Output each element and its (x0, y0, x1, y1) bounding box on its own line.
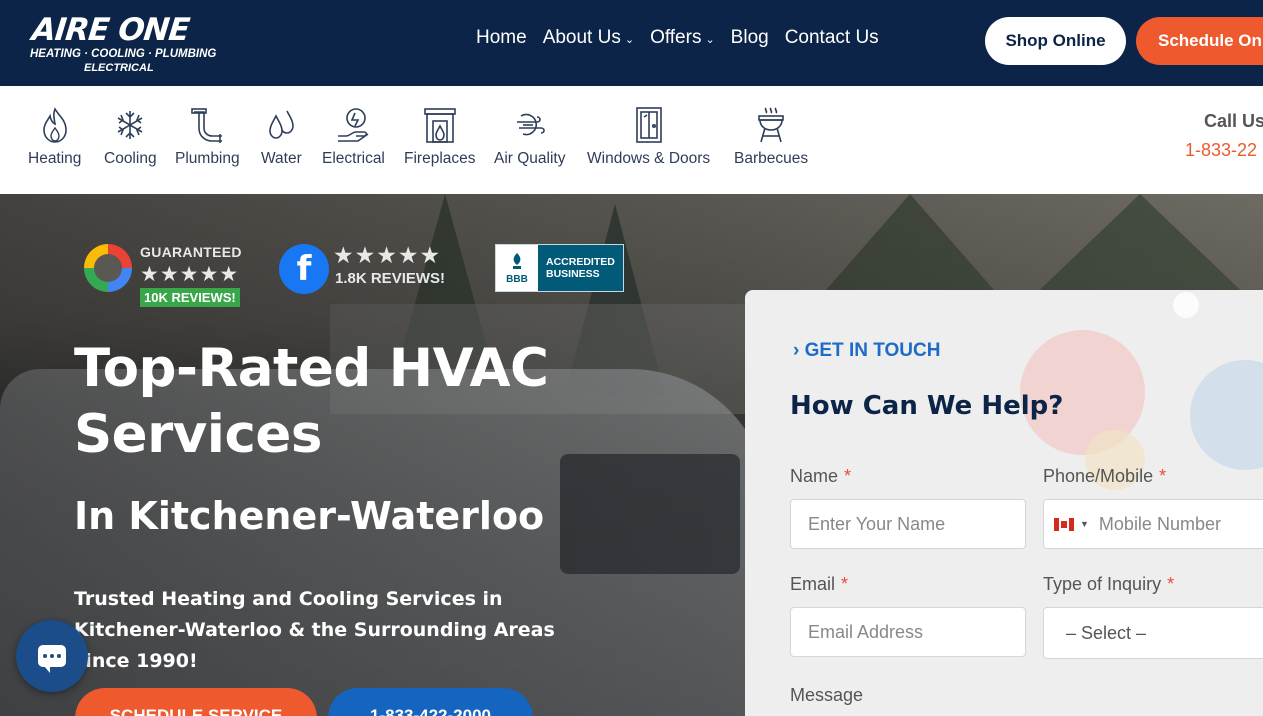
service-plumbing[interactable]: Plumbing (175, 106, 240, 168)
nav-home[interactable]: Home (476, 27, 527, 49)
bbb-line2: BUSINESS (546, 268, 600, 280)
nav-offers-label: Offers (650, 27, 702, 48)
name-label: Name * (790, 466, 851, 487)
call-us-label: Call Us (1204, 111, 1263, 131)
logo-tagline-electrical: ELECTRICAL (84, 62, 154, 74)
aire-one-logo[interactable]: AIRE ONE HEATING · COOLING · PLUMBING EL… (28, 12, 228, 76)
inquiry-type-label-text: Type of Inquiry (1043, 574, 1162, 594)
hero-title: Top-Rated HVAC Services (74, 338, 549, 465)
service-fireplaces[interactable]: Fireplaces (404, 106, 476, 168)
chat-bubble-icon (38, 645, 66, 673)
facebook-review-count: 1.8K REVIEWS! (335, 270, 446, 287)
nav-contact-us[interactable]: Contact Us (785, 27, 879, 49)
service-water-label: Water (261, 150, 302, 167)
canada-flag-icon[interactable] (1054, 517, 1074, 531)
nav-about-us[interactable]: About Us ⌄ (543, 27, 634, 49)
pipe-icon (191, 108, 223, 143)
nav-about-us-label: About Us (542, 27, 621, 48)
email-input[interactable]: Email Address (790, 607, 1026, 657)
google-guaranteed-label: GUARANTEED (140, 244, 242, 260)
google-reviews-badge: GUARANTEED ★★★★★ 10K REVIEWS! (84, 244, 254, 314)
google-stars: ★★★★★ (140, 263, 240, 286)
service-barbecues[interactable]: Barbecues (734, 106, 808, 168)
door-window-icon (635, 107, 662, 143)
email-label: Email * (790, 574, 848, 595)
service-electrical-label: Electrical (322, 150, 385, 167)
hero-description: Trusted Heating and Cooling Services in … (74, 588, 555, 672)
service-windows-doors-label: Windows & Doors (587, 150, 711, 167)
nav-contact-us-label: Contact Us (784, 27, 879, 48)
bbb-torch-icon (513, 252, 521, 269)
logo-tagline: HEATING · COOLING · PLUMBING (30, 48, 217, 60)
bbb-accredited-badge: BBB ACCREDITED BUSINESS (495, 244, 624, 292)
phone-input[interactable]: ▼ Mobile Number (1043, 499, 1263, 549)
chat-button[interactable] (16, 620, 88, 692)
schedule-online-button[interactable]: Schedule Online (1136, 17, 1263, 65)
top-navigation-bar: AIRE ONE HEATING · COOLING · PLUMBING EL… (0, 0, 1263, 86)
facebook-logo-icon: f (279, 244, 329, 294)
inquiry-type-label: Type of Inquiry * (1043, 574, 1174, 595)
service-fireplaces-label: Fireplaces (404, 150, 476, 167)
bbb-logo-icon: BBB (496, 245, 538, 291)
get-in-touch-eyebrow: › GET IN TOUCH (793, 340, 941, 361)
fireplace-icon (423, 108, 456, 143)
facebook-reviews-badge: f ★★★★★ 1.8K REVIEWS! (279, 242, 459, 298)
required-asterisk: * (1159, 466, 1167, 486)
caret-down-icon[interactable]: ▼ (1080, 519, 1089, 529)
inquiry-type-select[interactable]: – Select – (1043, 607, 1263, 659)
barbecue-icon (758, 107, 784, 143)
decorative-bubble (1173, 292, 1199, 318)
schedule-service-button[interactable]: SCHEDULE SERVICE (75, 688, 317, 716)
decorative-bubble (1190, 360, 1263, 470)
phone-label: Phone/Mobile * (1043, 466, 1166, 487)
service-electrical[interactable]: Electrical (322, 106, 385, 168)
service-water[interactable]: Water (261, 106, 302, 168)
service-heating[interactable]: Heating (28, 106, 81, 168)
service-cooling-label: Cooling (104, 150, 157, 167)
nav-blog[interactable]: Blog (731, 27, 769, 49)
required-asterisk: * (1167, 574, 1175, 594)
required-asterisk: * (844, 466, 852, 486)
google-logo-icon (84, 244, 132, 292)
snowflake-icon (117, 111, 143, 139)
nav-blog-label: Blog (730, 27, 769, 48)
email-label-text: Email (790, 574, 836, 594)
nav-offers[interactable]: Offers ⌄ (650, 27, 715, 49)
service-air-quality[interactable]: Air Quality (494, 106, 566, 168)
flame-icon (42, 107, 67, 143)
service-heating-label: Heating (28, 150, 82, 167)
service-barbecues-label: Barbecues (734, 150, 809, 167)
bbb-mark-text: BBB (506, 273, 528, 285)
chevron-down-icon: ⌄ (705, 34, 715, 46)
lightbulb-hand-icon (338, 108, 369, 142)
phone-placeholder: Mobile Number (1098, 513, 1221, 534)
form-title: How Can We Help? (790, 391, 1064, 421)
name-input[interactable]: Enter Your Name (790, 499, 1026, 549)
hero-subtitle: In Kitchener-Waterloo (74, 494, 545, 538)
service-plumbing-label: Plumbing (175, 150, 240, 167)
phone-label-text: Phone/Mobile (1043, 466, 1154, 486)
service-windows-doors[interactable]: Windows & Doors (587, 106, 710, 168)
message-label: Message (790, 685, 864, 705)
contact-form-card: › GET IN TOUCH How Can We Help? Name * En… (745, 290, 1263, 716)
shop-online-button[interactable]: Shop Online (985, 17, 1126, 65)
name-label-text: Name (790, 466, 839, 486)
nav-home-label: Home (476, 27, 527, 48)
required-asterisk: * (841, 574, 849, 594)
main-nav: Home About Us ⌄ Offers ⌄ Blog Contact Us (476, 27, 879, 49)
logo-wordmark: AIRE ONE (30, 12, 191, 48)
facebook-stars: ★★★★★ (333, 242, 442, 268)
chevron-down-icon: ⌄ (624, 34, 635, 46)
service-categories-bar: Heating Cooling Plumbing Water Electrica… (0, 86, 1263, 194)
service-air-quality-label: Air Quality (494, 150, 566, 167)
google-review-count: 10K REVIEWS! (140, 288, 240, 307)
hero-section: GUARANTEED ★★★★★ 10K REVIEWS! f ★★★★★ 1.… (0, 194, 1263, 716)
bbb-line1: ACCREDITED (546, 256, 615, 268)
service-cooling[interactable]: Cooling (104, 106, 157, 168)
call-us-phone-link[interactable]: 1-833-22 (1185, 140, 1257, 161)
water-drops-icon (269, 110, 295, 139)
call-phone-button[interactable]: 1-833-422-2000 (328, 688, 533, 716)
air-flow-icon (516, 113, 545, 136)
